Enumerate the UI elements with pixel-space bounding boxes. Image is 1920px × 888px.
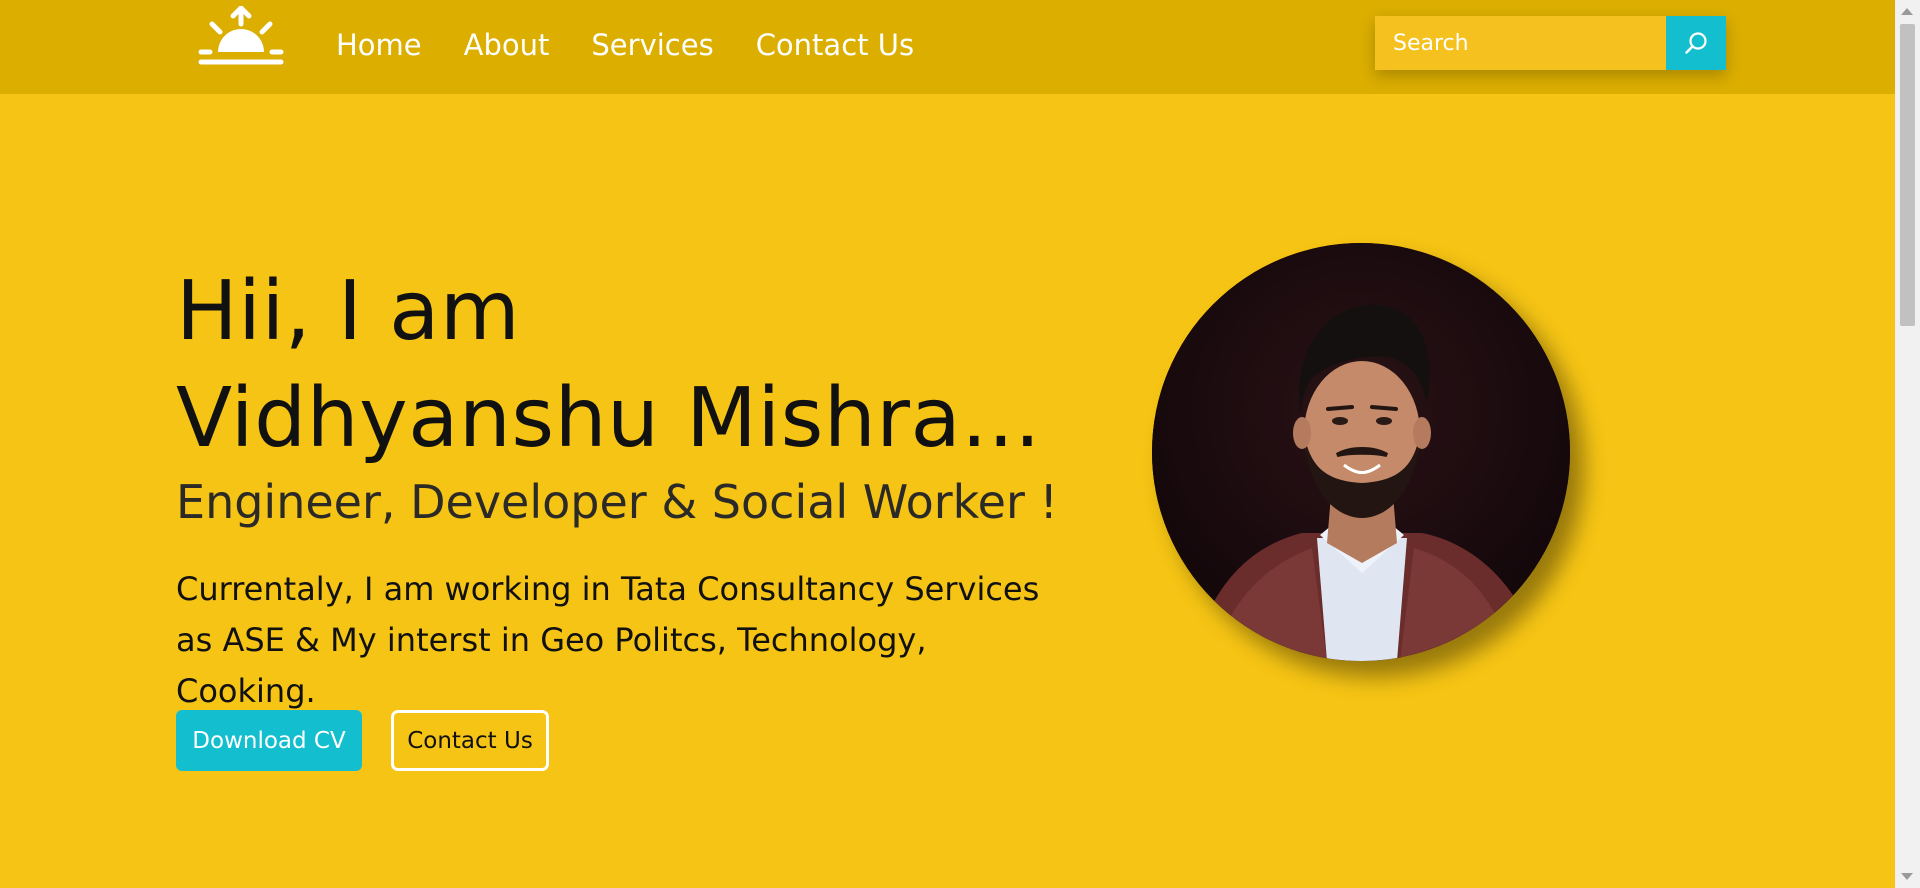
scroll-up-arrow-icon[interactable] [1901, 8, 1913, 15]
sunrise-icon[interactable] [198, 6, 284, 68]
nav-link-services[interactable]: Services [591, 26, 713, 64]
download-cv-button[interactable]: Download CV [176, 710, 362, 771]
scroll-down-arrow-icon[interactable] [1901, 873, 1913, 880]
navbar: Home About Services Contact Us [0, 0, 1895, 94]
nav-link-about[interactable]: About [464, 26, 550, 64]
profile-portrait-image [1152, 243, 1570, 661]
profile-photo [1152, 243, 1570, 661]
nav-link-contact[interactable]: Contact Us [756, 26, 914, 64]
page-scrollbar[interactable] [1895, 0, 1920, 888]
hero-description: Currentaly, I am working in Tata Consult… [176, 570, 1040, 710]
contact-us-button[interactable]: Contact Us [391, 710, 549, 771]
hero-subtitle: Engineer, Developer & Social Worker ! [176, 475, 1058, 529]
search-icon [1685, 32, 1707, 54]
search-input[interactable] [1375, 16, 1666, 70]
scrollbar-thumb[interactable] [1900, 24, 1915, 326]
hero-title-line1: Hii, I am [176, 264, 521, 359]
search-button[interactable] [1666, 16, 1726, 70]
nav-link-home[interactable]: Home [336, 26, 422, 64]
nav-links: Home About Services Contact Us [336, 26, 914, 64]
hero-title-name: Vidhyanshu Mishra... [176, 371, 1041, 466]
search-form [1375, 16, 1726, 70]
hero-title: Hii, I am Vidhyanshu Mishra... [176, 258, 1041, 472]
